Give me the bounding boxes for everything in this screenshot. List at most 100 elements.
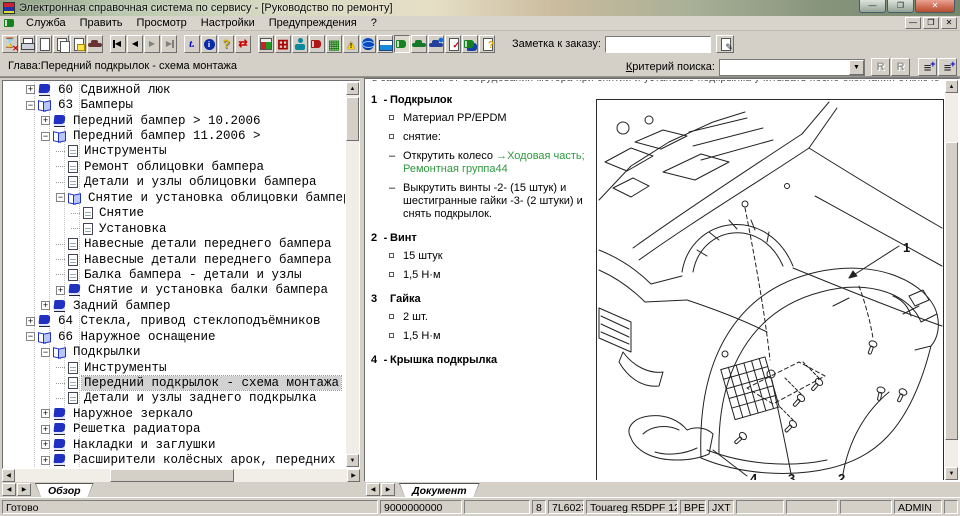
tree-item[interactable]: Снятие [4, 206, 345, 221]
checklist-button[interactable] [445, 35, 461, 53]
tab-overview[interactable]: Обзор [35, 483, 94, 497]
expand-box[interactable]: + [26, 85, 35, 95]
tab-scroll-right-icon[interactable]: ▶ [381, 483, 395, 496]
nav-first-button[interactable] [110, 35, 126, 53]
tree-item[interactable]: − 63 Бамперы [4, 97, 345, 112]
order-note-edit-button[interactable] [715, 35, 734, 53]
expand-box[interactable]: + [41, 409, 50, 419]
tab-scroll-left-icon[interactable]: ◀ [366, 483, 380, 496]
expand-box[interactable]: + [56, 285, 65, 295]
scroll-up-icon[interactable]: ▲ [945, 80, 958, 93]
info-button[interactable] [201, 35, 217, 53]
expand-box[interactable]: + [26, 316, 35, 326]
new-document-button[interactable] [36, 35, 52, 53]
tab-scroll-left-icon[interactable]: ◀ [2, 483, 16, 496]
tree-hscroll-thumb[interactable] [110, 469, 234, 482]
expand-box[interactable]: + [41, 440, 50, 450]
scroll-down-icon[interactable]: ▼ [346, 454, 359, 467]
tree-item[interactable]: + Наружное зеркало [4, 406, 345, 421]
window-grid-button[interactable] [275, 35, 291, 53]
collapse-box[interactable]: − [56, 193, 65, 203]
tab-document[interactable]: Документ [399, 483, 480, 497]
scroll-left-icon[interactable]: ◀ [2, 469, 15, 482]
exit-button[interactable] [2, 35, 19, 53]
tree-item[interactable]: +60 Сдвижной люк [4, 82, 345, 97]
tree-item[interactable]: Инструменты [4, 144, 345, 159]
tab-scroll-right-icon[interactable]: ▶ [17, 483, 31, 496]
menu-item-2[interactable]: Просмотр [130, 17, 194, 29]
print-button[interactable] [19, 35, 35, 53]
tree-item[interactable]: − 66 Наружное оснащение [4, 329, 345, 344]
scroll-down-icon[interactable]: ▼ [945, 467, 958, 480]
transfer-button[interactable] [235, 35, 251, 53]
goto-topic-button[interactable] [184, 35, 200, 53]
manuals-button[interactable] [462, 35, 478, 53]
nav-last-button[interactable] [161, 35, 177, 53]
online-services-button[interactable] [360, 35, 376, 53]
document-vertical-scrollbar[interactable]: ▲ ▼ [945, 80, 958, 480]
tree-item[interactable]: + Накладки и заглушки [4, 437, 345, 452]
nav-forward-button[interactable] [144, 35, 160, 53]
repair-manual-button[interactable] [394, 35, 410, 53]
tree-item[interactable]: Детали и узлы заднего подкрылка [4, 391, 345, 406]
tree-item[interactable]: + Снятие и установка балки бампера [4, 283, 345, 298]
document-vscroll-thumb[interactable] [945, 142, 958, 440]
menu-item-4[interactable]: Предупреждения [262, 17, 364, 29]
scroll-right-icon[interactable]: ▶ [347, 469, 360, 482]
mdi-restore-button[interactable]: ❐ [923, 17, 939, 29]
tree-item[interactable]: Передний подкрылок - схема монтажа [4, 375, 345, 392]
archive-button[interactable] [377, 35, 393, 53]
nav-back-button[interactable] [127, 35, 143, 53]
tree-item[interactable]: Инструменты [4, 360, 345, 375]
minimize-button[interactable]: — [859, 0, 886, 13]
tree-vertical-scrollbar[interactable]: ▲ ▼ [346, 82, 359, 467]
copy-document-button[interactable] [53, 35, 70, 53]
tree-item[interactable]: Навесные детали переднего бампера [4, 236, 345, 251]
order-note-input[interactable] [604, 35, 711, 53]
tree-item[interactable]: − Снятие и установка облицовки бампера [4, 190, 345, 205]
expand-box[interactable]: + [41, 424, 50, 434]
document-help-button[interactable] [479, 35, 495, 53]
tree-item[interactable]: Навесные детали переднего бампера [4, 252, 345, 267]
menu-item-5[interactable]: ? [364, 17, 384, 29]
document-window-icon[interactable] [3, 18, 16, 29]
collapse-box[interactable]: − [41, 131, 50, 141]
wiring-diagrams-button[interactable] [309, 35, 325, 53]
insert-to-list-button[interactable] [918, 58, 937, 76]
tree-item[interactable]: + Решетка радиатора [4, 422, 345, 437]
chevron-down-icon[interactable]: ▼ [849, 59, 864, 75]
tree-item[interactable]: + Расширители колёсных арок, передних [4, 453, 345, 467]
tree-item[interactable]: Установка [4, 221, 345, 236]
vehicle-data-button[interactable] [411, 35, 427, 53]
insert-to-list-alt-button[interactable] [938, 58, 957, 76]
order-note-button[interactable] [70, 35, 86, 53]
search-next-button[interactable] [891, 58, 910, 76]
search-previous-button[interactable] [871, 58, 890, 76]
tree-item[interactable]: Балка бампера - детали и узлы [4, 267, 345, 282]
collapse-box[interactable]: − [26, 332, 35, 342]
tree-item[interactable]: − Подкрылки [4, 344, 345, 359]
mdi-minimize-button[interactable]: — [905, 17, 921, 29]
service-table-button[interactable] [326, 35, 342, 53]
search-criteria-combobox[interactable]: ▼ [719, 58, 865, 76]
help-button[interactable] [218, 35, 234, 53]
collapse-box[interactable]: − [41, 347, 50, 357]
tree-item[interactable]: + Задний бампер [4, 298, 345, 313]
search-criteria-input[interactable] [720, 59, 849, 75]
expand-box[interactable]: + [41, 455, 50, 465]
tree-item[interactable]: +64 Стекла, привод стеклоподъёмников [4, 314, 345, 329]
tree-item[interactable]: + Передний бампер > 10.2006 [4, 113, 345, 128]
tree-item[interactable]: Ремонт облицовки бампера [4, 159, 345, 174]
menu-item-3[interactable]: Настройки [194, 17, 262, 29]
menu-item-0[interactable]: Служба [19, 17, 73, 29]
expand-box[interactable]: + [41, 116, 50, 126]
collapse-box[interactable]: − [26, 100, 35, 110]
vehicle-identification-button[interactable] [87, 35, 103, 53]
expand-box[interactable]: + [41, 301, 50, 311]
maximize-button[interactable]: ❐ [887, 0, 914, 13]
tree-vscroll-thumb[interactable] [346, 97, 359, 141]
vehicle-search-button[interactable] [428, 35, 444, 53]
scroll-up-icon[interactable]: ▲ [346, 82, 359, 95]
tree-item[interactable]: Детали и узлы облицовки бампера [4, 175, 345, 190]
menu-item-1[interactable]: Править [73, 17, 130, 29]
